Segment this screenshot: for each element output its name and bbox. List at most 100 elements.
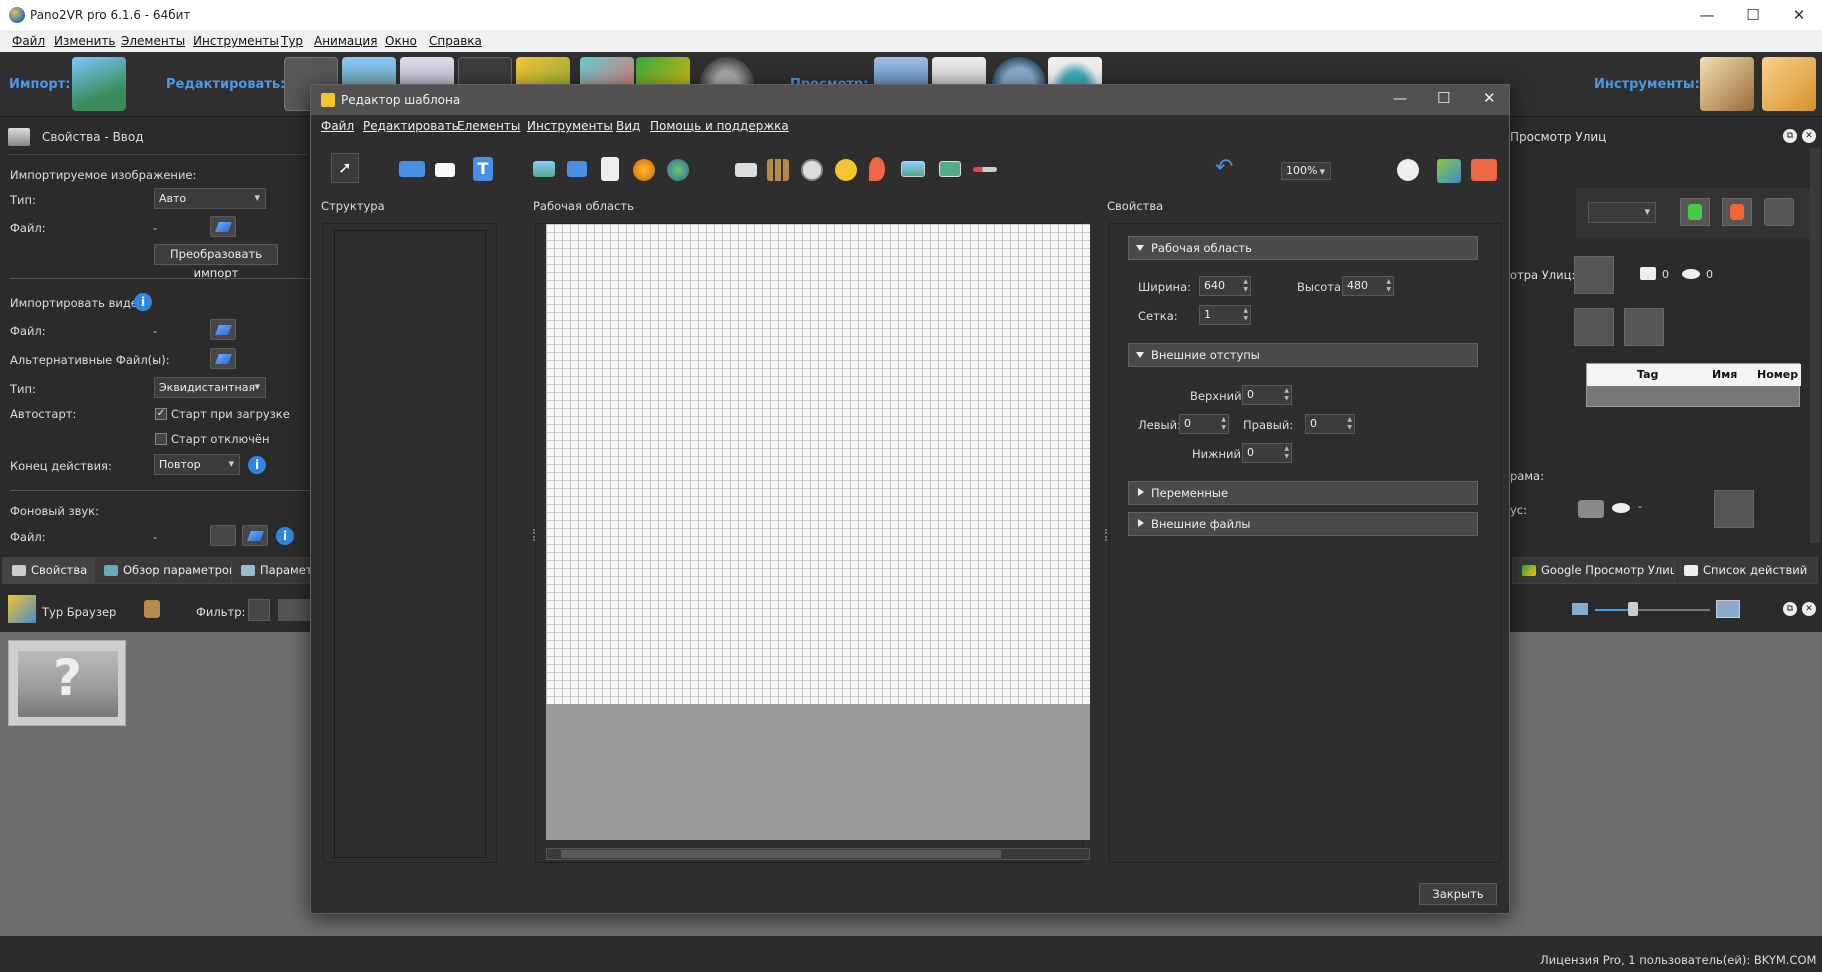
svg-element-icon[interactable] bbox=[601, 157, 619, 181]
sort-stamp-icon[interactable] bbox=[144, 600, 160, 618]
skin-export-icon[interactable] bbox=[1471, 159, 1497, 181]
menu-help[interactable]: Справка bbox=[429, 34, 482, 48]
map-element-icon[interactable] bbox=[901, 161, 925, 177]
tab-properties[interactable]: Свойства bbox=[2, 557, 99, 584]
close-panel-icon[interactable]: ✕ bbox=[1802, 602, 1816, 616]
map-pin-icon[interactable] bbox=[869, 157, 885, 181]
skin-tools-icon[interactable] bbox=[1437, 159, 1461, 183]
structure-tree[interactable] bbox=[323, 223, 497, 863]
account-combo[interactable] bbox=[1588, 202, 1656, 223]
menu-edit[interactable]: Изменить bbox=[54, 34, 116, 48]
dialog-maximize-button[interactable]: ☐ bbox=[1437, 89, 1450, 107]
menu-tools[interactable]: Инструменты bbox=[193, 34, 279, 48]
globe-element-icon[interactable] bbox=[667, 159, 689, 181]
close-window-button[interactable]: ✕ bbox=[1776, 0, 1822, 30]
section-margins[interactable]: Внешние отступы bbox=[1128, 343, 1478, 367]
video-type-combo[interactable]: Эквидистантная bbox=[154, 377, 266, 398]
dialog-menu-edit[interactable]: Редактировать bbox=[363, 119, 459, 133]
sphere-element-icon[interactable] bbox=[633, 159, 655, 181]
menu-file[interactable]: Файл bbox=[12, 34, 45, 48]
button-element-icon[interactable] bbox=[567, 161, 587, 177]
hscroll-thumb[interactable] bbox=[561, 850, 1001, 858]
undock-icon[interactable]: ⧉ bbox=[1783, 129, 1797, 143]
convert-import-button[interactable]: Преобразовать импорт bbox=[154, 244, 278, 280]
zoom-combo[interactable]: 100% bbox=[1281, 162, 1331, 180]
start-on-load-checkbox[interactable]: ✓ bbox=[155, 408, 167, 420]
dialog-menu-view[interactable]: Вид bbox=[616, 119, 640, 133]
margin-top-spinbox[interactable]: 0 bbox=[1242, 385, 1292, 405]
col-number[interactable]: Номер bbox=[1757, 368, 1798, 381]
workspace-hscrollbar[interactable] bbox=[546, 848, 1090, 860]
cloud-publish-button[interactable] bbox=[1714, 490, 1754, 528]
menu-animation[interactable]: Анимация bbox=[314, 34, 377, 48]
cloud-upload-button[interactable] bbox=[1574, 308, 1614, 346]
dialog-menu-elements[interactable]: Елементы bbox=[457, 119, 520, 133]
dialog-menu-file[interactable]: Файл bbox=[321, 119, 354, 133]
minimize-button[interactable]: — bbox=[1684, 0, 1730, 30]
tab-action-list[interactable]: Список действий bbox=[1674, 557, 1819, 584]
dialog-menu-help[interactable]: Помощь и поддержка bbox=[650, 119, 789, 133]
section-external-files[interactable]: Внешние файлы bbox=[1128, 512, 1478, 536]
select-arrow-icon[interactable]: ➚ bbox=[331, 153, 359, 183]
undock-icon[interactable]: ⧉ bbox=[1783, 602, 1797, 616]
margin-left-spinbox[interactable]: 0 bbox=[1179, 414, 1229, 434]
splitter-handle[interactable] bbox=[1105, 529, 1108, 541]
import-panorama-icon[interactable] bbox=[72, 57, 126, 111]
filter-pencil-button[interactable] bbox=[248, 599, 270, 621]
section-workspace[interactable]: Рабочая область bbox=[1128, 236, 1478, 260]
tools-map-icon[interactable] bbox=[1700, 57, 1754, 111]
dialog-close-button[interactable]: ✕ bbox=[1483, 89, 1496, 107]
maximize-button[interactable]: ☐ bbox=[1730, 0, 1776, 30]
tools-package-icon[interactable] bbox=[1762, 57, 1816, 111]
container-folder-icon[interactable] bbox=[399, 161, 425, 177]
video-file-browse-button[interactable] bbox=[210, 319, 236, 340]
grid-spinbox[interactable]: 1 bbox=[1199, 305, 1251, 325]
filter-input[interactable] bbox=[278, 599, 310, 621]
cloner-grid-icon[interactable] bbox=[767, 159, 789, 181]
sun-target-icon[interactable] bbox=[835, 159, 857, 181]
search-zoom-icon[interactable] bbox=[1397, 159, 1419, 181]
shield-check-button[interactable] bbox=[1680, 198, 1710, 226]
menu-window[interactable]: Окно bbox=[385, 34, 417, 48]
menu-tour[interactable]: Тур bbox=[281, 34, 303, 48]
panorama-thumbnail[interactable]: ? bbox=[8, 640, 126, 726]
sound-play-button[interactable] bbox=[210, 525, 236, 546]
col-name[interactable]: Имя bbox=[1712, 368, 1737, 381]
margin-right-spinbox[interactable]: 0 bbox=[1305, 414, 1355, 434]
cloud-upload-all-button[interactable] bbox=[1624, 308, 1664, 346]
close-panel-icon[interactable]: ✕ bbox=[1802, 129, 1816, 143]
workspace-canvas[interactable] bbox=[546, 224, 1090, 840]
tab-google-streetview[interactable]: Google Просмотр Улиц bbox=[1512, 557, 1689, 584]
menu-elements[interactable]: Элементы bbox=[121, 34, 185, 48]
margin-bottom-spinbox[interactable]: 0 bbox=[1242, 443, 1292, 463]
sound-browse-button[interactable] bbox=[242, 525, 268, 546]
section-variables[interactable]: Переменные bbox=[1128, 481, 1478, 505]
image-element-icon[interactable] bbox=[533, 161, 555, 177]
right-scrollbar[interactable] bbox=[1810, 148, 1820, 543]
globe-settings-button[interactable] bbox=[1764, 198, 1794, 226]
end-action-info-icon[interactable]: i bbox=[248, 456, 266, 474]
video-info-icon[interactable]: i bbox=[134, 293, 152, 311]
close-button[interactable]: Закрыть bbox=[1419, 883, 1497, 905]
tab-params[interactable]: Параметр bbox=[231, 557, 311, 584]
cloud-search-button[interactable] bbox=[1574, 256, 1614, 294]
alt-files-browse-button[interactable] bbox=[210, 348, 236, 369]
progress-element-icon[interactable] bbox=[973, 167, 997, 172]
rectangle-icon[interactable] bbox=[435, 163, 455, 177]
text-element-icon[interactable]: T bbox=[473, 157, 493, 181]
sound-info-icon[interactable]: i bbox=[276, 527, 294, 545]
skin-grid[interactable] bbox=[546, 224, 1090, 704]
tab-params-overview[interactable]: Обзор параметров bbox=[94, 557, 247, 584]
height-spinbox[interactable]: 480 bbox=[1342, 276, 1394, 296]
end-action-combo[interactable]: Повтор bbox=[154, 454, 240, 475]
dialog-minimize-button[interactable]: — bbox=[1393, 91, 1407, 107]
width-spinbox[interactable]: 640 bbox=[1199, 276, 1251, 296]
dialog-menu-tools[interactable]: Инструменты bbox=[527, 119, 613, 133]
type-combo[interactable]: Авто bbox=[154, 188, 266, 209]
file-browse-button[interactable] bbox=[210, 216, 236, 237]
player-element-icon[interactable] bbox=[939, 161, 961, 177]
col-tag[interactable]: Tag bbox=[1637, 368, 1658, 381]
undo-icon[interactable]: ↶ bbox=[1215, 155, 1233, 180]
video-frame-icon[interactable] bbox=[735, 163, 757, 177]
shield-x-button[interactable] bbox=[1722, 198, 1752, 226]
